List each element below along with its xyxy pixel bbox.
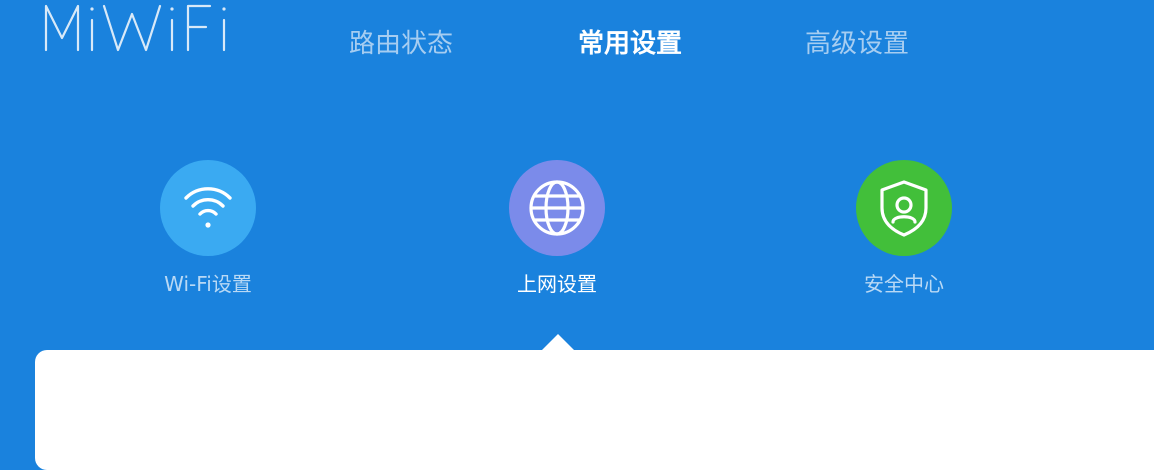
wifi-icon-circle: [160, 160, 256, 256]
feature-security-center[interactable]: 安全中心: [804, 160, 1004, 300]
feature-label: Wi-Fi设置: [164, 272, 252, 296]
nav-router-status[interactable]: 路由状态: [349, 24, 453, 64]
top-nav: 路由状态 常用设置 高级设置: [0, 24, 1154, 64]
feature-label: 安全中心: [864, 272, 944, 296]
active-indicator-pointer: [541, 334, 575, 351]
globe-icon-circle: [509, 160, 605, 256]
nav-common-settings[interactable]: 常用设置: [578, 24, 682, 64]
feature-internet-settings[interactable]: 上网设置: [457, 160, 657, 300]
feature-wifi-settings[interactable]: Wi-Fi设置: [108, 160, 308, 300]
feature-label: 上网设置: [517, 272, 597, 296]
shield-icon: [880, 180, 928, 237]
content-panel: [35, 350, 1154, 470]
shield-icon-circle: [856, 160, 952, 256]
nav-advanced-settings[interactable]: 高级设置: [805, 24, 909, 64]
wifi-icon: [184, 187, 232, 228]
globe-icon: [529, 180, 585, 236]
